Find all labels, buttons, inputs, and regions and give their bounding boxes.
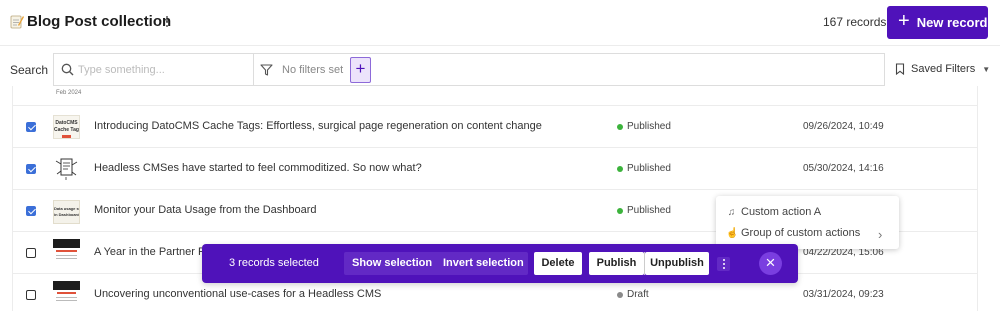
bookmark-icon xyxy=(895,63,905,75)
status-badge: Published xyxy=(617,163,671,174)
caret-down-icon: ▼ xyxy=(982,64,991,74)
row-thumbnail xyxy=(53,156,80,180)
status-dot-icon xyxy=(617,291,623,298)
menu-item-custom-action-a[interactable]: ♫ Custom action A xyxy=(726,206,821,218)
status-badge: Draft xyxy=(617,289,649,300)
status-label: Draft xyxy=(627,289,649,300)
memo-icon xyxy=(10,15,24,29)
new-record-label: New record xyxy=(916,15,988,30)
chevron-right-icon: › xyxy=(878,227,883,242)
collection-more-icon[interactable] xyxy=(161,14,173,30)
status-dot-icon xyxy=(617,123,623,130)
thumbnail-caption: Cache Tags xyxy=(54,127,80,133)
delete-button[interactable]: Delete xyxy=(534,252,582,275)
unpublish-button[interactable]: Unpublish xyxy=(645,252,709,275)
search-label: Search xyxy=(10,63,49,77)
search-icon xyxy=(61,63,74,76)
status-dot-icon xyxy=(617,207,623,214)
row-title[interactable]: Headless CMSes have started to feel comm… xyxy=(94,162,422,174)
thumbnail-caption: DatoCMS xyxy=(55,120,78,126)
row-title[interactable]: Introducing DatoCMS Cache Tags: Effortle… xyxy=(94,120,542,132)
table-row-partial: Feb 2024 xyxy=(13,86,977,106)
new-record-button[interactable]: + New record xyxy=(887,6,988,39)
status-badge: Published xyxy=(617,205,671,216)
row-thumbnail: Data usage stats in Dashboard xyxy=(53,200,80,224)
filter-field[interactable]: No filters set + xyxy=(253,53,885,86)
filters-status: No filters set xyxy=(282,64,344,76)
row-title[interactable]: A Year in the Partner Pr xyxy=(94,246,209,258)
row-thumbnail xyxy=(53,281,80,305)
document-illustration-icon xyxy=(55,158,78,180)
close-icon[interactable]: × xyxy=(759,252,782,275)
search-field xyxy=(53,53,253,86)
page-header: Blog Post collection 167 records + New r… xyxy=(0,0,1000,46)
show-selection-button[interactable]: Show selection xyxy=(352,257,432,269)
menu-item-group-custom-actions[interactable]: ☝ Group of custom actions xyxy=(726,227,860,239)
plus-icon: + xyxy=(898,10,910,32)
bulk-selection-bar: 3 records selected Show selection Invert… xyxy=(202,244,798,283)
invert-selection-button[interactable]: Invert selection xyxy=(443,257,524,269)
collection-title: Blog Post collection xyxy=(27,13,172,30)
table-row[interactable]: DatoCMS Cache Tags Introducing DatoCMS C… xyxy=(13,106,977,148)
selected-count: 3 records selected xyxy=(229,257,319,269)
saved-filters-label: Saved Filters xyxy=(911,63,976,75)
row-checkbox[interactable] xyxy=(26,290,36,300)
status-dot-icon xyxy=(617,165,623,172)
more-actions-icon[interactable] xyxy=(717,257,730,271)
filter-icon xyxy=(260,64,273,76)
row-date: 03/31/2024, 09:23 xyxy=(803,289,884,300)
row-date: 05/30/2024, 14:16 xyxy=(803,163,884,174)
search-input[interactable] xyxy=(78,61,248,79)
thumbnail-caption: Data usage stats xyxy=(54,206,80,211)
row-title[interactable]: Uncovering unconventional use-cases for … xyxy=(94,288,381,300)
row-checkbox[interactable] xyxy=(26,248,36,258)
menu-item-label: Custom action A xyxy=(741,206,822,218)
status-label: Published xyxy=(627,163,671,174)
row-checkbox[interactable] xyxy=(26,206,36,216)
thumbnail-caption: in Dashboard xyxy=(54,212,80,217)
row-checkbox[interactable] xyxy=(26,122,36,132)
row-thumbnail xyxy=(53,239,80,263)
status-label: Published xyxy=(627,205,671,216)
music-note-icon: ♫ xyxy=(727,206,736,218)
row-thumbnail-text: Feb 2024 xyxy=(56,90,82,96)
table-row[interactable]: Headless CMSes have started to feel comm… xyxy=(13,148,977,190)
row-thumbnail: DatoCMS Cache Tags xyxy=(53,115,80,139)
row-title[interactable]: Monitor your Data Usage from the Dashboa… xyxy=(94,204,317,216)
add-filter-button[interactable]: + xyxy=(350,57,371,83)
row-checkbox[interactable] xyxy=(26,164,36,174)
row-date: 09/26/2024, 10:49 xyxy=(803,121,884,132)
selection-toggle-group: Show selection Invert selection xyxy=(344,252,528,275)
custom-actions-menu: ♫ Custom action A ☝ Group of custom acti… xyxy=(716,196,899,249)
status-badge: Published xyxy=(617,121,671,132)
pointer-hand-icon: ☝ xyxy=(726,227,739,239)
status-label: Published xyxy=(627,121,671,132)
records-count: 167 records xyxy=(823,15,887,29)
saved-filters-dropdown[interactable]: Saved Filters ▼ xyxy=(895,63,990,75)
menu-item-label: Group of custom actions xyxy=(741,227,861,239)
publish-button[interactable]: Publish xyxy=(589,252,644,275)
